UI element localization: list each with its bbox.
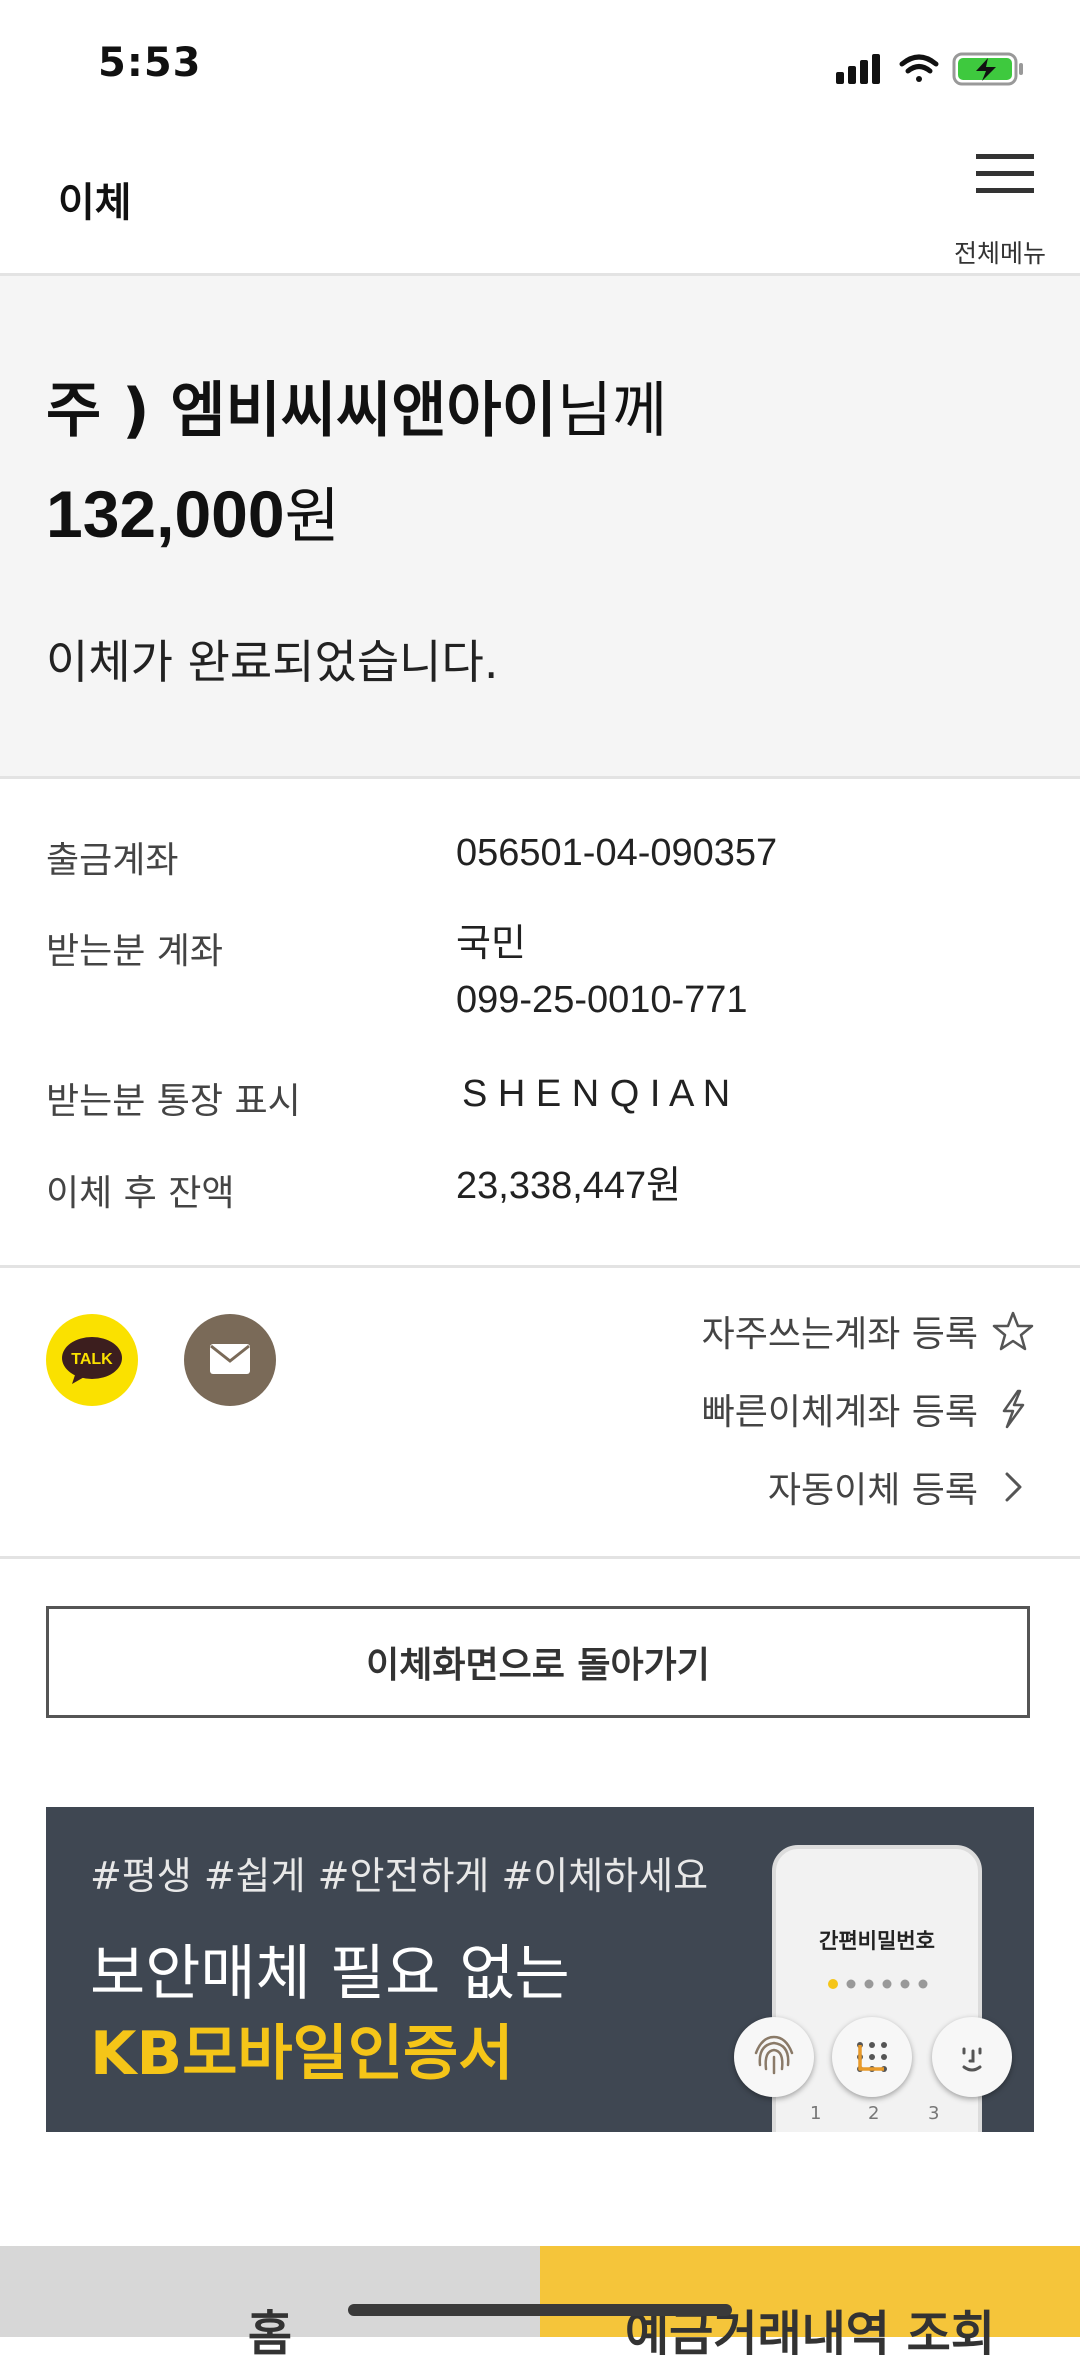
mail-icon	[210, 1344, 250, 1374]
header: 이체 전체메뉴	[0, 130, 1080, 276]
face-id-icon	[932, 2017, 1012, 2097]
talk-icon-text: TALK	[71, 1351, 113, 1368]
hamburger-menu-icon	[976, 154, 1034, 193]
recipient-account-value: 099-25-0010-771	[456, 979, 748, 1021]
lightning-icon	[1002, 1389, 1025, 1429]
kakaotalk-share-button[interactable]: TALK	[46, 1314, 138, 1406]
register-quick-transfer-link[interactable]: 빠른이체계좌 등록	[702, 1379, 1034, 1439]
register-auto-transfer-label: 자동이체 등록	[767, 1470, 978, 1511]
back-to-transfer-button[interactable]: 이체화면으로 돌아가기	[46, 1606, 1030, 1718]
chevron-right-icon	[1005, 1472, 1022, 1502]
completion-message: 이체가 완료되었습니다.	[46, 635, 499, 689]
recipient-name: 주 ) 엠비씨씨앤아이	[46, 376, 557, 446]
status-bar: 5:53	[0, 0, 1080, 130]
battery-charging-icon	[952, 52, 1023, 86]
fingerprint-icon	[734, 2017, 814, 2097]
status-icons	[836, 46, 1032, 92]
transfer-summary: 주 ) 엠비씨씨앤아이님께 132,000원 이체가 완료되었습니다.	[0, 276, 1080, 779]
transfer-amount: 132,000	[46, 477, 285, 551]
email-share-button[interactable]	[184, 1314, 276, 1406]
tab-home[interactable]: 홈	[0, 2246, 540, 2362]
keypad-key-3: 3	[928, 2103, 940, 2124]
currency-unit: 원	[284, 482, 340, 552]
recipient-suffix: 님께	[556, 376, 668, 446]
amount-line: 132,000원	[46, 468, 340, 555]
keypad-key-1: 1	[810, 2103, 822, 2124]
star-icon	[992, 1311, 1034, 1351]
wifi-icon	[899, 54, 939, 82]
register-quick-transfer-label: 빠른이체계좌 등록	[701, 1392, 978, 1433]
status-time: 5:53	[98, 40, 202, 86]
recipient-account-label: 받는분 계좌	[46, 931, 224, 972]
phone-screen-title: 간편비밀번호	[819, 1929, 935, 1953]
tab-deposit-history[interactable]: 예금거래내역 조회	[540, 2246, 1080, 2362]
page-title: 이체	[58, 180, 132, 226]
register-auto-transfer-link[interactable]: 자동이체 등록	[768, 1457, 1034, 1517]
kb-certificate-banner[interactable]: #평생 #쉽게 #안전하게 #이체하세요 보안매체 필요 없는 KB모바일인증서…	[46, 1807, 1034, 2132]
pin-dots-icon	[828, 1979, 928, 1989]
keypad-key-2: 2	[868, 2103, 880, 2124]
home-indicator[interactable]	[348, 2304, 732, 2316]
recipient-line: 주 ) 엠비씨씨앤아이님께	[46, 362, 667, 449]
register-frequent-account-link[interactable]: 자주쓰는계좌 등록	[702, 1301, 1034, 1361]
recipient-bank-value: 국민	[456, 923, 526, 965]
banner-hashtags: #평생 #쉽게 #안전하게 #이체하세요	[90, 1854, 709, 1898]
recipient-passbook-value: S H E N Q I A N	[462, 1073, 731, 1115]
full-menu-button[interactable]: 전체메뉴	[946, 148, 1054, 268]
balance-after-label: 이체 후 잔액	[46, 1173, 235, 1214]
transfer-details: 출금계좌 056501-04-090357 받는분 계좌 국민 099-25-0…	[0, 779, 1080, 1268]
menu-label: 전체메뉴	[953, 239, 1046, 268]
pattern-lock-icon	[832, 2017, 912, 2097]
banner-product-name: KB모바일인증서	[90, 2019, 514, 2089]
balance-after-value: 23,338,447원	[456, 1165, 682, 1207]
share-and-links: TALK 자주쓰는계좌 등록 빠른이체계좌 등록 자동이체 등록	[0, 1268, 1080, 1559]
register-frequent-account-label: 자주쓰는계좌 등록	[701, 1314, 978, 1355]
signal-icon	[836, 54, 880, 84]
recipient-passbook-label: 받는분 통장 표시	[46, 1081, 301, 1122]
banner-headline: 보안매체 필요 없는	[90, 1939, 570, 2009]
bottom-tab-bar: 홈 예금거래내역 조회	[0, 2246, 1080, 2362]
withdrawal-account-label: 출금계좌	[46, 840, 179, 881]
withdrawal-account-value: 056501-04-090357	[456, 832, 778, 874]
kakaotalk-icon: TALK	[62, 1337, 122, 1384]
